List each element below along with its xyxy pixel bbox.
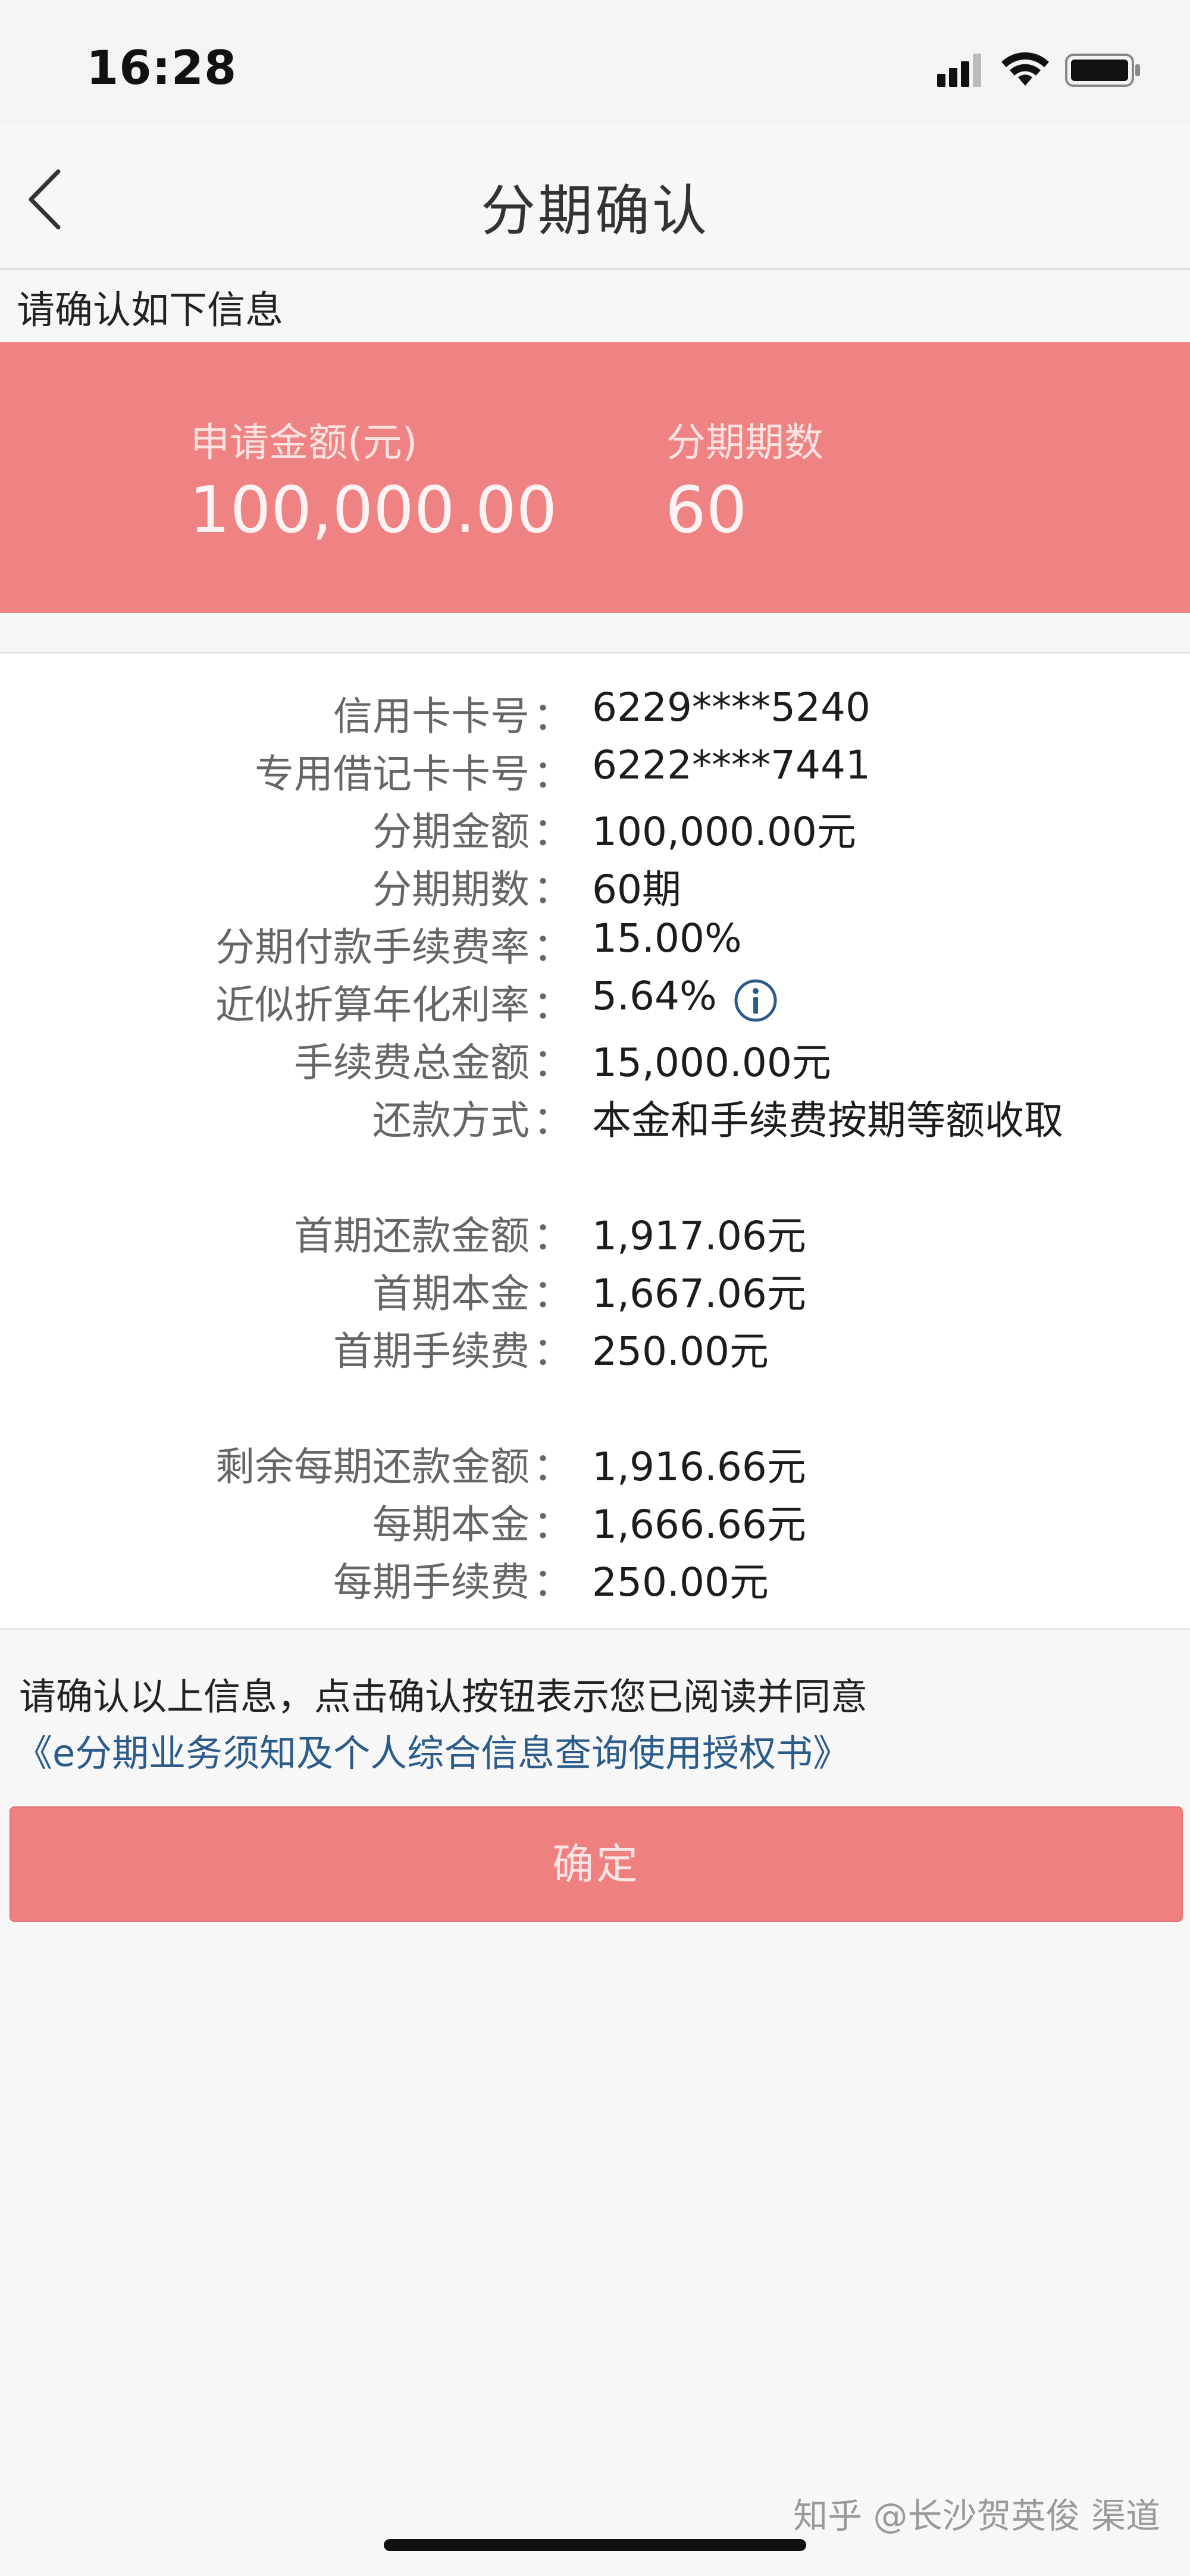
- signal-icon: [937, 54, 981, 87]
- detail-colon: ：: [533, 1328, 572, 1374]
- detail-label: 分期期数: [372, 867, 530, 912]
- confirm-hint-text: 请确认如下信息: [17, 289, 283, 333]
- watermark-text: 知乎 @长沙贺英俊 渠道: [793, 2496, 1160, 2536]
- detail-value: 15,000.00元: [592, 1040, 831, 1086]
- detail-row-first-principal: 首期本金 ： 1,667.06元: [0, 1262, 1190, 1319]
- amount-value: 100,000.00: [189, 473, 558, 548]
- details-card: 信用卡卡号 ： 6229****5240 专用借记卡卡号 ： 6222****7…: [0, 652, 1190, 1630]
- detail-label: 每期手续费: [333, 1559, 530, 1605]
- detail-colon: ：: [533, 751, 572, 797]
- detail-label: 剩余每期还款金额: [215, 1444, 530, 1490]
- detail-row-period-principal: 每期本金 ： 1,666.66元: [0, 1493, 1190, 1550]
- detail-value: 6229****5240: [592, 684, 870, 730]
- detail-label: 分期付款手续费率: [215, 924, 530, 970]
- nav-bar: 分期确认: [0, 125, 1190, 270]
- detail-value: 5.64%: [592, 973, 717, 1019]
- detail-value: 1,667.06元: [592, 1271, 806, 1317]
- detail-value: 250.00元: [592, 1328, 769, 1374]
- detail-label: 手续费总金额: [294, 1040, 530, 1086]
- detail-value: 60期: [592, 867, 681, 912]
- confirm-button[interactable]: 确定: [10, 1806, 1183, 1922]
- detail-label: 分期金额: [372, 809, 530, 855]
- detail-value: 1,917.06元: [592, 1213, 806, 1259]
- detail-row-installment-amount: 分期金额 ： 100,000.00元: [0, 800, 1190, 857]
- detail-row-first-repayment: 首期还款金额 ： 1,917.06元: [0, 1204, 1190, 1261]
- detail-value: 6222****7441: [592, 742, 870, 788]
- detail-value: 1,916.66元: [592, 1444, 806, 1490]
- periods-value: 60: [665, 473, 747, 548]
- info-icon[interactable]: [733, 978, 778, 1023]
- detail-colon: ：: [533, 1502, 572, 1548]
- detail-label: 信用卡卡号: [333, 693, 530, 739]
- detail-label: 专用借记卡卡号: [255, 751, 530, 797]
- periods-label: 分期期数: [666, 420, 823, 465]
- detail-label: 首期手续费: [333, 1328, 530, 1374]
- detail-value: 本金和手续费按期等额收取: [592, 1098, 1063, 1143]
- detail-label: 每期本金: [372, 1502, 530, 1548]
- detail-row-repayment-method: 还款方式 ： 本金和手续费按期等额收取: [0, 1089, 1190, 1146]
- detail-row-fee-rate: 分期付款手续费率 ： 15.00%: [0, 915, 1190, 973]
- detail-colon: ：: [533, 1271, 572, 1317]
- wifi-icon: [1001, 52, 1049, 86]
- detail-row-period-fee: 每期手续费 ： 250.00元: [0, 1550, 1190, 1608]
- detail-label: 首期还款金额: [294, 1213, 530, 1259]
- detail-label: 还款方式: [372, 1098, 530, 1143]
- detail-colon: ：: [533, 867, 572, 912]
- detail-value: 15.00%: [592, 915, 742, 961]
- detail-colon: ：: [533, 1213, 572, 1259]
- agreement-text: 请确认以上信息，点击确认按钮表示您已阅读并同意: [19, 1675, 868, 1718]
- detail-value: 250.00元: [592, 1559, 769, 1605]
- detail-value: 100,000.00元: [592, 809, 856, 855]
- summary-banner: 申请金额(元) 100,000.00 分期期数 60: [0, 342, 1190, 613]
- detail-colon: ：: [533, 982, 572, 1028]
- detail-colon: ：: [533, 1098, 572, 1143]
- agreement-link[interactable]: 《e分期业务须知及个人综合信息查询使用授权书》: [15, 1723, 850, 1777]
- battery-icon: [1065, 54, 1140, 87]
- detail-value: 1,666.66元: [592, 1502, 806, 1548]
- detail-colon: ：: [533, 1444, 572, 1490]
- home-indicator[interactable]: [384, 2539, 806, 2551]
- detail-row-first-fee: 首期手续费 ： 250.00元: [0, 1320, 1190, 1377]
- detail-row-credit-card: 信用卡卡号 ： 6229****5240: [0, 684, 1190, 742]
- detail-colon: ：: [533, 809, 572, 855]
- detail-label: 首期本金: [372, 1271, 530, 1317]
- detail-colon: ：: [533, 1559, 572, 1605]
- detail-row-installment-periods: 分期期数 ： 60期: [0, 858, 1190, 915]
- detail-label: 近似折算年化利率: [215, 982, 530, 1028]
- detail-row-remaining-repayment: 剩余每期还款金额 ： 1,916.66元: [0, 1435, 1190, 1492]
- amount-label: 申请金额(元): [190, 420, 418, 465]
- detail-row-annual-rate: 近似折算年化利率 ： 5.64%: [0, 973, 1190, 1030]
- detail-colon: ：: [533, 924, 572, 970]
- status-time: 16:28: [86, 42, 237, 95]
- detail-row-total-fee: 手续费总金额 ： 15,000.00元: [0, 1031, 1190, 1088]
- page-title: 分期确认: [480, 179, 709, 243]
- detail-colon: ：: [533, 693, 572, 739]
- detail-colon: ：: [533, 1040, 572, 1086]
- status-bar: 16:28: [0, 0, 1190, 125]
- detail-row-debit-card: 专用借记卡卡号 ： 6222****7441: [0, 742, 1190, 799]
